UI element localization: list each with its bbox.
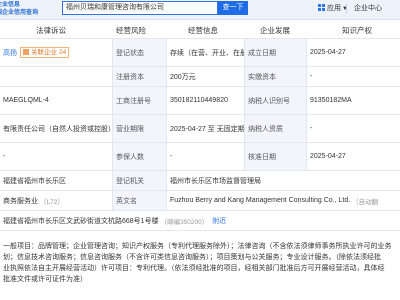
grid-icon xyxy=(318,4,325,11)
tab-operations[interactable]: 经营信息 xyxy=(188,25,218,36)
tab-development[interactable]: 企业发展 xyxy=(260,25,290,36)
field-label: 营业期限 xyxy=(112,115,166,142)
site-logo[interactable]: 企业信息 国企业信用查询 xyxy=(0,1,56,19)
chevron-down-icon: ▼ xyxy=(342,6,348,12)
table-row: 商务服务业 （L72） 英文名 Fuzhou Berry and Kang Man… xyxy=(0,191,400,211)
field-value: - xyxy=(306,67,400,86)
address-cell: 福建省福州市长乐区文武砂街道文杭路668号1号楼 （邮编350200） 附近 xyxy=(0,211,400,230)
industry-value: 商务服务业 xyxy=(3,197,38,205)
search-button[interactable]: 查一下 xyxy=(218,1,248,15)
enterprise-center-button[interactable]: 企业中心 xyxy=(354,3,382,13)
field-label: 成立日期 xyxy=(244,39,306,66)
table-row: MAEGLQML-4 工商注册号 350182110449820 纳税人识别号 … xyxy=(0,87,400,115)
postcode-hint: （邮编350200） xyxy=(160,218,209,226)
table-row: 高扬 关联企业24 登记状态 存续（在营、开业、在册） 成立日期 2025-04… xyxy=(0,39,400,67)
top-bar: 企业信息 国企业信用查询 福州贝瑞和康管理咨询有限公司 查一下 应用▼ 企业中心 xyxy=(0,0,400,20)
nearby-link[interactable]: 附近 xyxy=(212,216,226,226)
divider xyxy=(346,4,347,14)
apps-menu-button[interactable]: 应用▼ xyxy=(318,3,348,13)
legal-rep-cell: 高扬 关联企业 24 xyxy=(0,39,112,66)
table-row: 注册资本 200万元 实缴资本 - xyxy=(0,67,400,87)
field-label: 实缴资本 xyxy=(244,67,306,86)
field-value: - xyxy=(0,143,112,170)
tab-ip[interactable]: 知识产权 xyxy=(342,25,372,36)
field-label: 注册资本 xyxy=(112,67,166,86)
field-label: 纳税人识别号 xyxy=(244,87,306,114)
legal-rep-name[interactable]: 高扬 xyxy=(3,48,17,58)
registration-authority-value: 福州市长乐区市场监督管理局 xyxy=(166,171,400,190)
field-label: 工商注册号 xyxy=(112,87,166,114)
field-label: 英文名 xyxy=(112,191,166,210)
table-row: 福建省福州市长乐区文武砂街道文杭路668号1号楼 （邮编350200） 附近 xyxy=(0,211,400,231)
table-row: - 参保人数 - 核准日期 2025-04-27 xyxy=(0,143,400,171)
industry-cell: 商务服务业 （L72） xyxy=(0,191,112,210)
field-label: 核准日期 xyxy=(244,143,306,170)
related-companies-badge[interactable]: 关联企业 24 xyxy=(20,47,70,58)
field-label: 参保人数 xyxy=(112,143,166,170)
field-value: 200万元 xyxy=(166,67,244,86)
address-value: 福建省福州市长乐区文武砂街道文杭路668号1号楼 xyxy=(3,217,159,225)
industry-code: （L72） xyxy=(40,198,64,206)
enterprise-center-label: 企业中心 xyxy=(354,5,382,12)
section-nav: 法律诉讼 经营风险 经营信息 企业发展 知识产权 xyxy=(0,20,400,38)
field-value: 2025-04-27 xyxy=(306,39,400,66)
badge-count: 24 xyxy=(59,49,67,56)
field-value: 存续（在营、开业、在册） xyxy=(166,39,244,66)
scope-line: 划；信息技术咨询服务；信息咨询服务（不含许可类信息咨询服务）；项目策划与公关服务… xyxy=(3,254,381,261)
scope-line: 批准文件或许可证件为准） xyxy=(3,276,87,283)
search-input[interactable]: 福州贝瑞和康管理咨询有限公司 xyxy=(62,1,218,15)
table-row: 福建省福州市长乐区 登记机关 福州市长乐区市场监督管理局 xyxy=(0,171,400,191)
scope-line: 一般项目：品牌管理；企业管理咨询；知识产权服务（专利代理服务除外）；法律咨询（不… xyxy=(3,243,392,250)
tab-legal[interactable]: 法律诉讼 xyxy=(36,25,66,36)
apps-label: 应用 xyxy=(327,5,341,12)
tab-risk[interactable]: 经营风险 xyxy=(116,25,146,36)
company-type-value: 有限责任公司（自然人投资或控股） xyxy=(0,115,112,142)
company-icon xyxy=(23,49,29,55)
field-value: 350182110449820 xyxy=(166,87,244,114)
field-label: 登记状态 xyxy=(112,39,166,66)
field-value xyxy=(0,67,112,86)
region-value: 福建省福州市长乐区 xyxy=(0,171,112,190)
credit-code-value: MAEGLQML-4 xyxy=(0,87,112,114)
field-value: 2025-04-27 xyxy=(306,143,400,170)
auto-translate-hint: （自动翻 xyxy=(352,198,379,206)
field-label: 纳税人资质 xyxy=(244,115,306,142)
field-label: 登记机关 xyxy=(112,171,166,190)
badge-label: 关联企业 xyxy=(31,49,57,56)
english-name-value: Fuzhou Berry and Kang Management Consult… xyxy=(170,197,351,204)
table-row: 有限责任公司（自然人投资或控股） 营业期限 2025-04-27 至 无固定期限… xyxy=(0,115,400,143)
field-value: - xyxy=(166,143,244,170)
logo-line-2: 国企业信用查询 xyxy=(0,10,39,16)
field-value: 2025-04-27 至 无固定期限 xyxy=(166,115,244,142)
field-value: 91350182MA xyxy=(306,87,400,114)
english-name-cell: Fuzhou Berry and Kang Management Consult… xyxy=(166,191,400,210)
field-value: - xyxy=(306,115,400,142)
scope-line: 业执照依法自主开展经营活动）许可项目：专利代理。（依法须经批准的项目，经相关部门… xyxy=(3,265,385,272)
business-scope: 一般项目：品牌管理；企业管理咨询；知识产权服务（专利代理服务除外）；法律咨询（不… xyxy=(0,238,400,300)
logo-line-1: 企业信息 xyxy=(0,2,21,8)
business-info-table: 高扬 关联企业24 登记状态 存续（在营、开业、在册） 成立日期 2025-04… xyxy=(0,38,400,231)
